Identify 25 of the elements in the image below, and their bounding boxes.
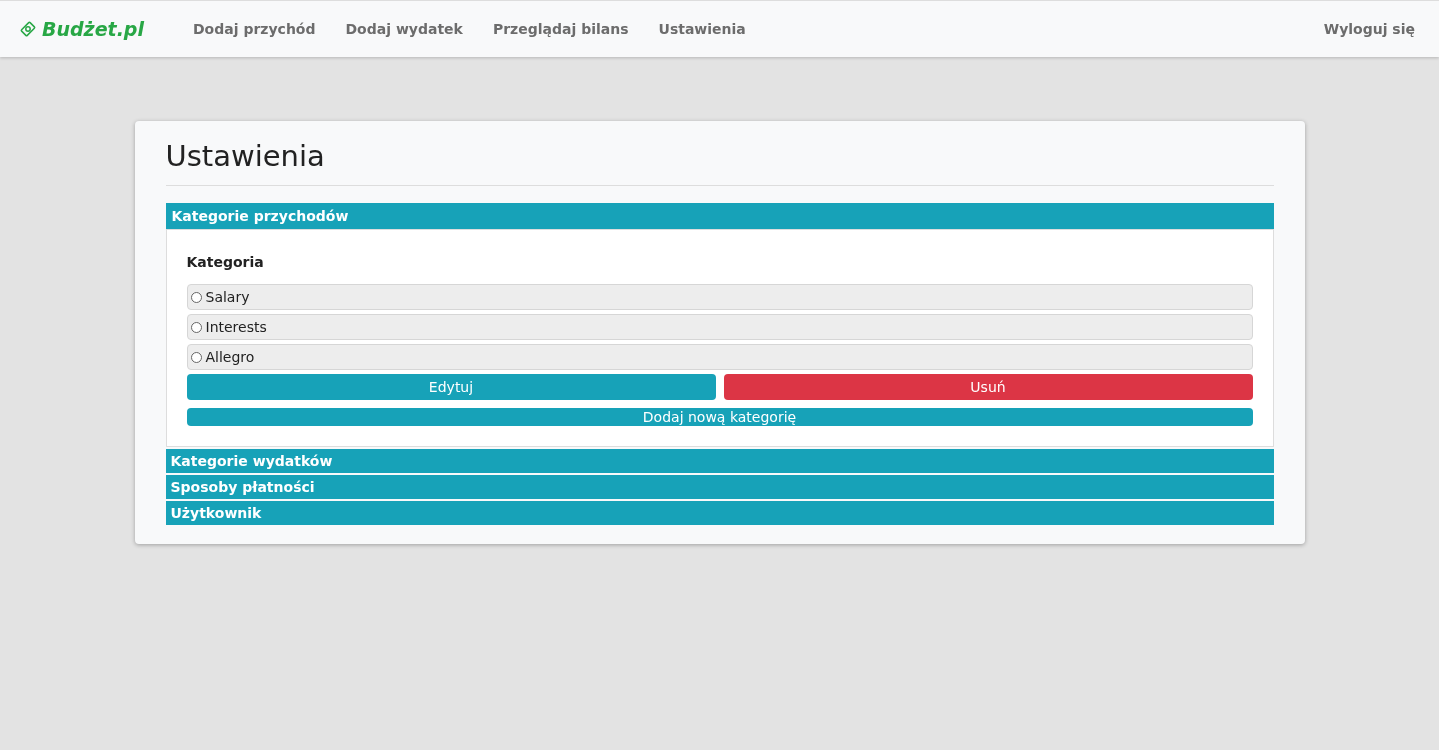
- nav-link[interactable]: Ustawienia: [658, 21, 746, 37]
- edit-button[interactable]: Edytuj: [186, 374, 716, 400]
- add-category-button[interactable]: Dodaj nową kategorię: [186, 408, 1253, 426]
- radio-button[interactable]: [190, 321, 202, 333]
- category-option[interactable]: Interests: [186, 314, 1253, 340]
- nav-link[interactable]: Dodaj przychód: [193, 21, 316, 37]
- option-label: Interests: [205, 319, 267, 335]
- section-header[interactable]: Kategorie przychodów: [165, 203, 1274, 229]
- brand-link[interactable]: Budżet.pl: [18, 18, 193, 40]
- category-option[interactable]: Allegro: [186, 344, 1253, 370]
- radio-button[interactable]: [190, 351, 202, 363]
- delete-button[interactable]: Usuń: [723, 374, 1253, 400]
- section-header[interactable]: Kategorie wydatków: [165, 449, 1274, 473]
- nav-link[interactable]: Dodaj wydatek: [345, 21, 463, 37]
- section-header[interactable]: Użytkownik: [165, 501, 1274, 525]
- category-heading: Kategoria: [186, 254, 265, 270]
- category-option[interactable]: Salary: [186, 284, 1253, 310]
- page-title: Ustawienia: [165, 139, 326, 175]
- nav-link[interactable]: Przeglądaj bilans: [492, 21, 629, 37]
- banknote-icon: [18, 19, 38, 39]
- option-label: Allegro: [205, 349, 255, 365]
- option-label: Salary: [205, 289, 250, 305]
- section-header[interactable]: Sposoby płatności: [165, 475, 1274, 499]
- radio-button[interactable]: [190, 291, 202, 303]
- logout-link[interactable]: Wyloguj się: [1323, 21, 1415, 37]
